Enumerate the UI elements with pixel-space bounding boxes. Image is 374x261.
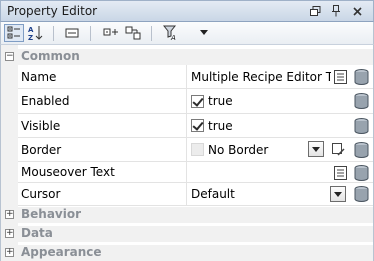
name-value[interactable]: Multiple Recipe Editor Table — [188, 65, 331, 88]
category-label: Data — [21, 226, 53, 240]
property-name: Border — [18, 138, 187, 161]
title-bar: Property Editor — [0, 0, 374, 22]
visible-value-text: true — [208, 118, 233, 133]
binding-add-icon[interactable] — [101, 24, 121, 42]
window-title: Property Editor — [7, 4, 98, 18]
visible-value[interactable]: true — [188, 114, 348, 137]
svg-text:A: A — [170, 34, 176, 41]
category-label: Appearance — [21, 245, 102, 259]
border-value-text: No Border — [208, 142, 269, 157]
toolbar-separator — [90, 26, 91, 41]
svg-text:A: A — [28, 26, 34, 34]
expand-icon[interactable]: + — [5, 210, 14, 219]
property-name: Visible — [18, 114, 187, 137]
border-preview — [191, 143, 204, 156]
dropdown-arrow-icon[interactable] — [194, 24, 214, 42]
svg-text:Z: Z — [28, 34, 33, 41]
alphabetical-sort-icon[interactable]: A Z — [25, 24, 45, 42]
category-common[interactable]: − Common — [1, 49, 373, 65]
text-editor-icon[interactable] — [334, 70, 347, 84]
category-appearance[interactable]: + Appearance — [1, 245, 373, 261]
category-label: Behavior — [21, 207, 82, 221]
toolbar: A Z A — [0, 22, 374, 45]
property-name: Cursor — [18, 183, 187, 205]
database-binding-icon[interactable] — [354, 69, 369, 85]
mouseover-text-value[interactable] — [188, 162, 328, 182]
property-row-mouseover-text[interactable]: Mouseover Text — [18, 162, 373, 183]
enabled-checkbox[interactable] — [191, 94, 204, 108]
property-name: Enabled — [18, 89, 187, 113]
database-binding-icon[interactable] — [354, 93, 369, 109]
property-row-border[interactable]: Border No Border — [18, 138, 373, 162]
visible-checkbox[interactable] — [191, 119, 204, 132]
property-panel-icon[interactable] — [62, 24, 82, 42]
database-binding-icon[interactable] — [354, 118, 369, 134]
toolbar-separator — [151, 26, 152, 41]
cursor-dropdown-button[interactable] — [330, 186, 346, 202]
enabled-value[interactable]: true — [188, 89, 348, 113]
categorized-view-icon[interactable] — [4, 24, 24, 42]
border-dropdown-button[interactable] — [308, 141, 324, 157]
property-row-name[interactable]: Name Multiple Recipe Editor Table — [18, 65, 373, 89]
category-label: Common — [21, 49, 80, 63]
property-grid: − Common Name Multiple Recipe Editor Tab… — [0, 45, 374, 261]
property-row-visible[interactable]: Visible true — [18, 114, 373, 138]
filter-icon[interactable]: A — [161, 24, 181, 42]
toolbar-separator — [53, 26, 54, 41]
database-binding-icon[interactable] — [354, 165, 369, 181]
property-row-cursor[interactable]: Cursor Default — [18, 183, 373, 206]
database-binding-icon[interactable] — [354, 142, 369, 158]
property-name: Mouseover Text — [18, 162, 187, 182]
binding-remove-icon[interactable] — [123, 24, 143, 42]
property-row-enabled[interactable]: Enabled true — [18, 89, 373, 114]
close-icon[interactable] — [349, 3, 365, 19]
edit-icon[interactable] — [332, 143, 345, 157]
property-name: Name — [18, 65, 187, 88]
category-behavior[interactable]: + Behavior — [1, 207, 373, 223]
collapse-icon[interactable]: − — [5, 52, 14, 61]
expand-icon[interactable]: + — [5, 229, 14, 238]
cursor-value[interactable]: Default — [188, 183, 326, 205]
float-icon[interactable] — [307, 3, 323, 19]
category-data[interactable]: + Data — [1, 226, 373, 242]
expand-icon[interactable]: + — [5, 248, 14, 257]
database-binding-icon[interactable] — [354, 186, 369, 202]
text-editor-icon[interactable] — [334, 166, 347, 180]
pin-icon[interactable] — [328, 3, 344, 19]
border-value[interactable]: No Border — [188, 138, 306, 161]
enabled-value-text: true — [208, 94, 233, 108]
